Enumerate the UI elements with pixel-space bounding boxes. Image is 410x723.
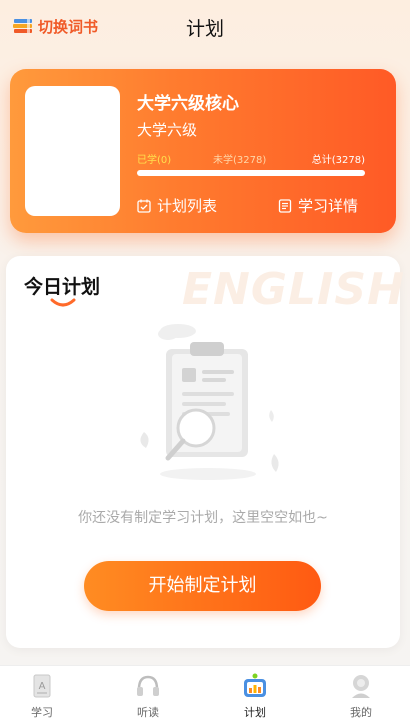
plan-card: 大学六级核心 大学六级 已学(0) 未学(3278) 总计(3278) 计划列表…	[10, 69, 396, 233]
tab-plan[interactable]: 计划	[225, 672, 285, 720]
top-bar: 切换词书 计划	[0, 0, 410, 52]
document-list-icon	[278, 198, 292, 213]
page-title: 计划	[185, 18, 224, 40]
headphones-icon	[137, 675, 159, 696]
calendar-check-icon	[137, 199, 151, 213]
svg-text:A: A	[39, 681, 46, 692]
tab-study[interactable]: A 学习	[12, 672, 72, 720]
bottom-tab-bar: A 学习 听读 计划 我的	[0, 665, 410, 723]
tab-listen[interactable]: 听读	[118, 672, 178, 720]
study-detail-button[interactable]: 学习详情	[278, 195, 358, 216]
book-cover[interactable]	[25, 86, 120, 216]
empty-clipboard-icon	[140, 324, 279, 480]
tab-listen-label: 听读	[137, 706, 159, 719]
word-stats: 已学(0) 未学(3278) 总计(3278)	[137, 151, 365, 166]
book-subtitle: 大学六级	[137, 121, 198, 139]
today-plan-title: 今日计划	[24, 276, 101, 298]
plan-icon	[244, 673, 266, 697]
total-count: 总计(3278)	[311, 155, 365, 166]
tab-study-label: 学习	[31, 706, 53, 719]
watermark-text: ENGLISH	[182, 264, 405, 315]
unlearned-count: 未学(3278)	[213, 155, 267, 166]
learned-count: 已学(0)	[137, 155, 172, 166]
tab-plan-label: 计划	[244, 706, 266, 719]
profile-icon	[352, 675, 370, 698]
empty-state-text: 你还没有制定学习计划，这里空空如也~	[78, 510, 328, 526]
plan-list-button[interactable]: 计划列表	[137, 195, 217, 216]
book-name: 大学六级核心	[137, 94, 239, 114]
today-plan-card: ENGLISH 今日计划 你还没有制定学习计划，这里空空如也~ 开始制定计划	[6, 256, 404, 648]
tab-profile-label: 我的	[350, 706, 372, 719]
tab-profile[interactable]: 我的	[331, 672, 391, 720]
start-plan-button[interactable]: 开始制定计划	[84, 561, 321, 611]
study-detail-label: 学习详情	[298, 197, 359, 215]
smile-underline-icon	[50, 298, 76, 307]
progress-bar	[137, 170, 365, 176]
plan-list-label: 计划列表	[157, 197, 218, 215]
study-icon: A	[33, 674, 51, 698]
